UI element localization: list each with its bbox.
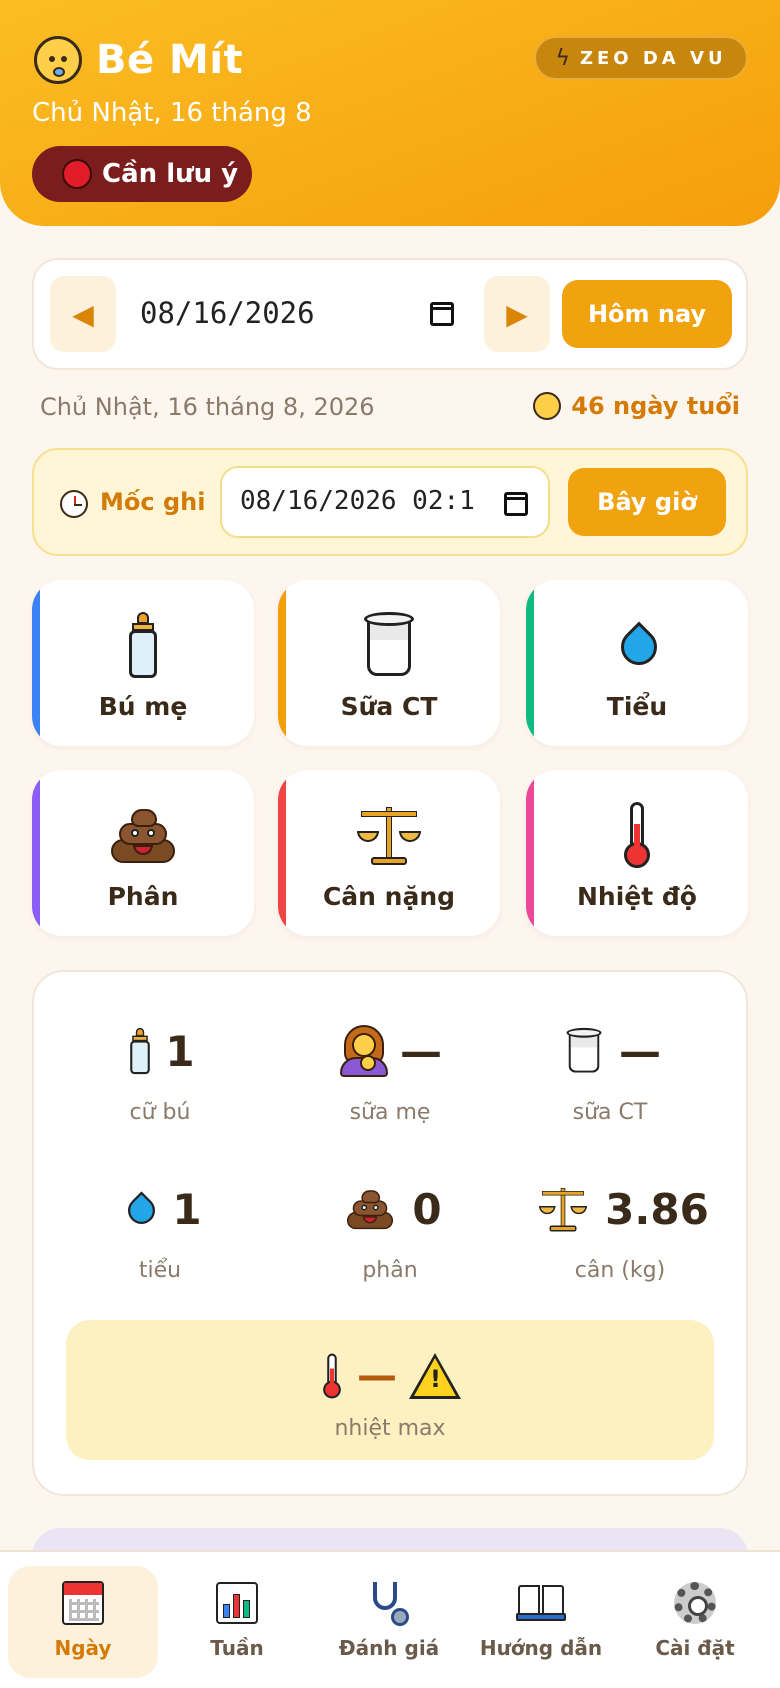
stat-label: cân (kg) [574,1258,666,1283]
balance-scale-icon [539,1185,588,1233]
stat-formula: — sữa CT [500,1016,720,1136]
next-day-button[interactable]: ▶ [484,276,550,352]
baby-bottle-icon [128,612,158,678]
nav-tab-guide[interactable]: Hướng dẫn [466,1566,616,1678]
poo-icon [111,807,175,863]
app-header: Bé Mít Chủ Nhật, 16 tháng 8 Cần lưu ý ϟ … [0,0,780,226]
triangle-left-icon: ◀ [72,297,94,331]
baby-face-icon [34,36,82,84]
stethoscope-icon [367,1580,411,1626]
stat-pee: 1 tiểu [50,1174,270,1294]
calendar-picker-icon[interactable] [430,302,454,326]
nav-tab-label: Ngày [54,1636,112,1660]
stat-label: phân [362,1258,418,1283]
thermometer-icon [323,1353,341,1399]
full-date-text: Chủ Nhật, 16 tháng 8, 2026 [40,393,375,421]
clock-icon [60,490,88,518]
stat-value: 1 [172,1184,202,1234]
droplet-icon [613,615,665,675]
nav-tab-day[interactable]: Ngày [8,1566,158,1678]
action-label: Cân nặng [322,882,456,911]
action-label: Phân [107,882,179,911]
nav-tab-label: Đánh giá [338,1636,440,1660]
action-breastfeed[interactable]: Bú mẹ [32,580,254,746]
warning-icon [409,1353,461,1399]
stat-value: — [400,1026,442,1076]
nav-tab-label: Tuần [210,1636,264,1660]
today-button[interactable]: Hôm nay [562,280,732,348]
date-navigator: ◀ 08/16/2026 ▶ Hôm nay [32,258,748,370]
action-temperature[interactable]: Nhiệt độ [526,770,748,936]
baby-face-icon [533,392,562,420]
mode-toggle-button[interactable]: ϟ ZEO DA VU [534,36,748,80]
daily-summary-card: 1 cữ bú — sữa mẹ — sữa CT 1 tiểu 0 phân [32,970,748,1496]
action-label: Bú mẹ [98,692,188,721]
baby-age-label: 46 ngày tuổi [571,392,740,420]
max-temperature-value: — [357,1353,397,1399]
stat-label: cữ bú [129,1100,191,1125]
calendar-icon [62,1581,104,1625]
stat-value: 3.86 [605,1184,709,1234]
action-label: Sữa CT [340,692,438,721]
glass-of-milk-icon [364,612,414,678]
previous-day-button[interactable]: ◀ [50,276,116,352]
baby-age: 46 ngày tuổi [533,392,740,420]
header-date: Chủ Nhật, 16 tháng 8 [32,98,312,128]
stat-value: 0 [412,1184,442,1234]
action-label: Tiểu [606,692,668,721]
open-book-icon [516,1585,566,1621]
app-title: Bé Mít [96,37,244,83]
stat-breast-milk: — sữa mẹ [280,1016,500,1136]
poo-icon [347,1189,394,1230]
nav-tab-week[interactable]: Tuần [162,1566,312,1678]
baby-bottle-icon [130,1027,151,1075]
stat-poop: 0 phân [280,1174,500,1294]
stat-value: 1 [165,1026,195,1076]
nav-tab-assessment[interactable]: Đánh giá [314,1566,464,1678]
now-button[interactable]: Bây giờ [568,468,726,536]
record-time-input[interactable]: 08/16/2026 02:1 [220,466,550,538]
bottom-navigation: Ngày Tuần Đánh giá Hướng dẫn Cài đặt [0,1550,780,1688]
nav-tab-label: Cài đặt [655,1636,735,1660]
max-temperature-box: — nhiệt max [66,1320,714,1460]
glass-of-milk-icon [566,1027,602,1074]
max-temperature-label: nhiệt max [334,1416,446,1441]
bar-chart-icon [216,1582,258,1624]
date-input[interactable]: 08/16/2026 [140,288,440,338]
breastfeeding-icon [338,1025,390,1077]
lightning-bolt-icon: ϟ [555,45,570,71]
stat-label: sữa mẹ [349,1100,431,1125]
action-poop[interactable]: Phân [32,770,254,936]
stat-feeds: 1 cữ bú [50,1016,270,1136]
action-weight[interactable]: Cân nặng [278,770,500,936]
thermometer-icon [624,802,650,868]
triangle-right-icon: ▶ [506,297,528,331]
calendar-picker-icon[interactable] [504,492,528,516]
alert-status-button[interactable]: Cần lưu ý [32,146,252,202]
mode-toggle-label: ZEO DA VU [579,47,727,69]
action-pee[interactable]: Tiểu [526,580,748,746]
nav-tab-label: Hướng dẫn [479,1636,603,1660]
red-circle-icon [62,159,92,189]
action-label: Nhiệt độ [577,882,697,911]
alert-status-label: Cần lưu ý [102,159,239,189]
record-time-value: 08/16/2026 02:1 [240,486,475,516]
record-time-label: Mốc ghi [100,488,206,516]
nav-tab-settings[interactable]: Cài đặt [620,1566,770,1678]
action-formula[interactable]: Sữa CT [278,580,500,746]
stat-label: tiểu [138,1258,182,1283]
stat-label: sữa CT [572,1100,648,1125]
balance-scale-icon [357,803,421,867]
stat-weight: 3.86 cân (kg) [510,1174,730,1294]
record-time-card: Mốc ghi 08/16/2026 02:1 Bây giờ [32,448,748,556]
stat-value: — [619,1026,661,1076]
app-title-row: Bé Mít [34,36,243,84]
droplet-icon [122,1187,161,1232]
gear-icon [674,1582,716,1624]
